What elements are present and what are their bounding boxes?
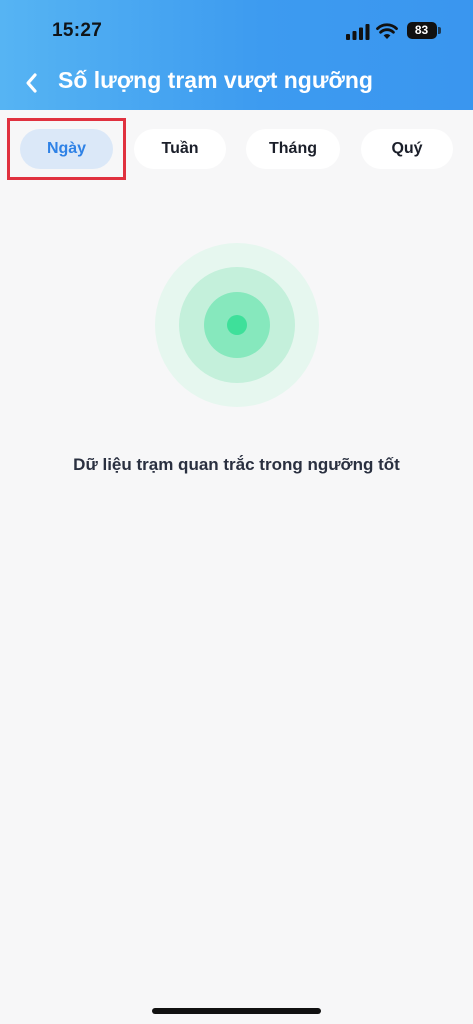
battery-icon: 83 xyxy=(407,22,437,39)
radar-icon xyxy=(155,243,319,407)
tab-week-label: Tuần xyxy=(161,140,199,157)
app-header: 15:27 83 Số lượng trạm vượt ngưỡng xyxy=(0,0,473,110)
page-title: Số lượng trạm vượt ngưỡng xyxy=(58,67,373,93)
tab-quarter[interactable]: Quý xyxy=(361,129,453,169)
tab-month[interactable]: Tháng xyxy=(246,129,340,169)
empty-state-message: Dữ liệu trạm quan trắc trong ngưỡng tốt xyxy=(73,455,400,474)
status-time: 15:27 xyxy=(52,20,103,41)
wifi-icon xyxy=(376,23,398,39)
chevron-left-icon xyxy=(26,73,37,93)
battery-level: 83 xyxy=(414,23,429,37)
status-bar: 15:27 83 xyxy=(0,0,473,56)
battery-tip xyxy=(438,27,441,34)
tab-quarter-label: Quý xyxy=(391,140,423,157)
selection-highlight xyxy=(7,118,126,180)
cellular-signal-icon xyxy=(346,24,370,40)
tab-month-label: Tháng xyxy=(269,140,317,157)
tab-week[interactable]: Tuần xyxy=(134,129,226,169)
back-button[interactable] xyxy=(14,66,48,100)
home-indicator[interactable] xyxy=(152,1008,321,1014)
